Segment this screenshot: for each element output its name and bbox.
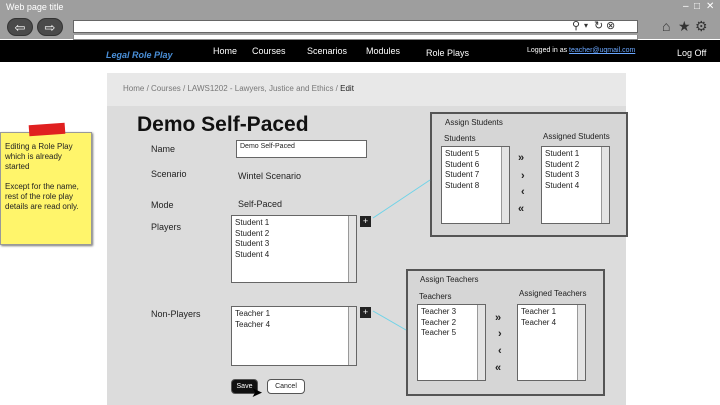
assigned-teachers-label: Assigned Teachers — [519, 289, 587, 298]
assign-teachers-title: Assign Teachers — [420, 275, 479, 284]
list-item[interactable]: Student 6 — [445, 160, 506, 171]
nav-courses[interactable]: Courses — [252, 46, 286, 56]
assigned-teachers-list[interactable]: Teacher 1 Teacher 4 — [517, 304, 586, 381]
players-scrollbar[interactable] — [348, 216, 356, 282]
logout-link[interactable]: Log Off — [677, 48, 706, 58]
list-item[interactable]: Teacher 3 — [421, 307, 482, 318]
user-email-link[interactable]: teacher@uqmail.com — [569, 47, 635, 54]
move-all-right-button[interactable]: » — [495, 312, 501, 324]
forward-arrow-icon[interactable]: ⇨ — [37, 18, 63, 36]
nav-role-plays[interactable]: Role Plays — [426, 48, 469, 58]
search-icon[interactable]: ⚲ — [572, 19, 580, 32]
list-item[interactable]: Teacher 1 — [521, 307, 582, 318]
move-all-left-button[interactable]: « — [518, 203, 524, 215]
note-line-1: Editing a Role Play which is already sta… — [5, 142, 73, 171]
breadcrumb: Home / Courses / LAWS1202 - Lawyers, Jus… — [123, 84, 354, 93]
list-item[interactable]: Student 1 — [545, 149, 606, 160]
available-students-scrollbar[interactable] — [501, 147, 509, 223]
list-item[interactable]: Student 2 — [235, 229, 353, 240]
move-all-right-button[interactable]: » — [518, 152, 524, 164]
breadcrumb-current: Edit — [340, 84, 354, 93]
available-teachers-list[interactable]: Teacher 3 Teacher 2 Teacher 5 — [417, 304, 486, 381]
list-item[interactable]: Student 8 — [445, 181, 506, 192]
assign-students-title: Assign Students — [445, 118, 503, 127]
list-item[interactable]: Student 7 — [445, 170, 506, 181]
list-item[interactable]: Teacher 5 — [421, 328, 482, 339]
list-item[interactable]: Teacher 2 — [421, 318, 482, 329]
move-left-button[interactable]: ‹ — [498, 345, 502, 357]
stop-icon[interactable]: ⊗ — [606, 19, 615, 32]
note-line-2: Except for the name, rest of the role pl… — [5, 182, 79, 211]
nav-modules[interactable]: Modules — [366, 46, 400, 56]
back-arrow-icon[interactable]: ⇦ — [7, 18, 33, 36]
name-input-value: Demo Self-Paced — [240, 143, 295, 150]
name-label: Name — [151, 144, 176, 154]
move-right-button[interactable]: › — [521, 170, 525, 182]
mode-label: Mode — [151, 200, 174, 210]
close-window-icon[interactable]: ✕ — [706, 1, 714, 12]
assigned-teachers-scrollbar[interactable] — [577, 305, 585, 380]
minimize-icon[interactable]: – — [683, 1, 689, 12]
players-label: Players — [151, 222, 182, 232]
available-teachers-scrollbar[interactable] — [477, 305, 485, 380]
list-item[interactable]: Student 5 — [445, 149, 506, 160]
page-title: Demo Self-Paced — [137, 113, 309, 136]
move-right-button[interactable]: › — [498, 328, 502, 340]
nav-scenarios[interactable]: Scenarios — [307, 46, 347, 56]
assigned-students-scrollbar[interactable] — [601, 147, 609, 223]
settings-gear-icon[interactable]: ⚙ — [695, 18, 708, 35]
available-students-list[interactable]: Student 5 Student 6 Student 7 Student 8 — [441, 146, 510, 224]
scenario-value: Wintel Scenario — [238, 171, 302, 181]
list-item[interactable]: Teacher 4 — [521, 318, 582, 329]
chevron-down-icon[interactable]: ▾ — [584, 21, 588, 30]
move-left-button[interactable]: ‹ — [521, 186, 525, 198]
breadcrumb-path[interactable]: Home / Courses / LAWS1202 - Lawyers, Jus… — [123, 84, 340, 93]
players-list[interactable]: Student 1 Student 2 Student 3 Student 4 — [231, 215, 357, 283]
list-item[interactable]: Student 3 — [545, 170, 606, 181]
add-nonplayer-button[interactable]: + — [360, 307, 371, 318]
sticky-note: Editing a Role Play which is already sta… — [0, 132, 92, 245]
home-icon[interactable]: ⌂ — [662, 18, 670, 34]
refresh-icon[interactable]: ↻ — [594, 19, 603, 32]
window-titlebar: Web page title – □ ✕ — [0, 0, 720, 16]
list-item[interactable]: Student 1 — [235, 218, 353, 229]
add-player-button[interactable]: + — [360, 216, 371, 227]
mode-value: Self-Paced — [238, 199, 283, 209]
address-bar[interactable] — [73, 20, 638, 33]
maximize-icon[interactable]: □ — [694, 1, 700, 12]
mouse-cursor-icon: ➤ — [251, 384, 263, 400]
nonplayers-list[interactable]: Teacher 1 Teacher 4 — [231, 306, 357, 366]
cancel-button[interactable]: Cancel — [267, 379, 305, 394]
list-item[interactable]: Student 4 — [235, 250, 353, 261]
brand-logo[interactable]: Legal Role Play — [106, 50, 173, 60]
students-label: Students — [444, 134, 476, 143]
nav-home[interactable]: Home — [213, 46, 237, 56]
name-input[interactable]: Demo Self-Paced — [236, 140, 367, 158]
list-item[interactable]: Teacher 4 — [235, 320, 353, 331]
list-item[interactable]: Teacher 1 — [235, 309, 353, 320]
nonplayers-label: Non-Players — [151, 309, 201, 319]
logged-in-text: Logged in as teacher@uqmail.com — [527, 47, 635, 54]
assigned-students-list[interactable]: Student 1 Student 2 Student 3 Student 4 — [541, 146, 610, 224]
scenario-label: Scenario — [151, 169, 187, 179]
list-item[interactable]: Student 4 — [545, 181, 606, 192]
window-title: Web page title — [6, 2, 64, 12]
favorites-star-icon[interactable]: ★ — [678, 18, 691, 35]
logged-in-prefix: Logged in as — [527, 47, 570, 54]
list-item[interactable]: Student 2 — [545, 160, 606, 171]
nonplayers-scrollbar[interactable] — [348, 307, 356, 365]
assigned-students-label: Assigned Students — [543, 132, 610, 141]
move-all-left-button[interactable]: « — [495, 362, 501, 374]
list-item[interactable]: Student 3 — [235, 239, 353, 250]
teachers-label: Teachers — [419, 292, 452, 301]
